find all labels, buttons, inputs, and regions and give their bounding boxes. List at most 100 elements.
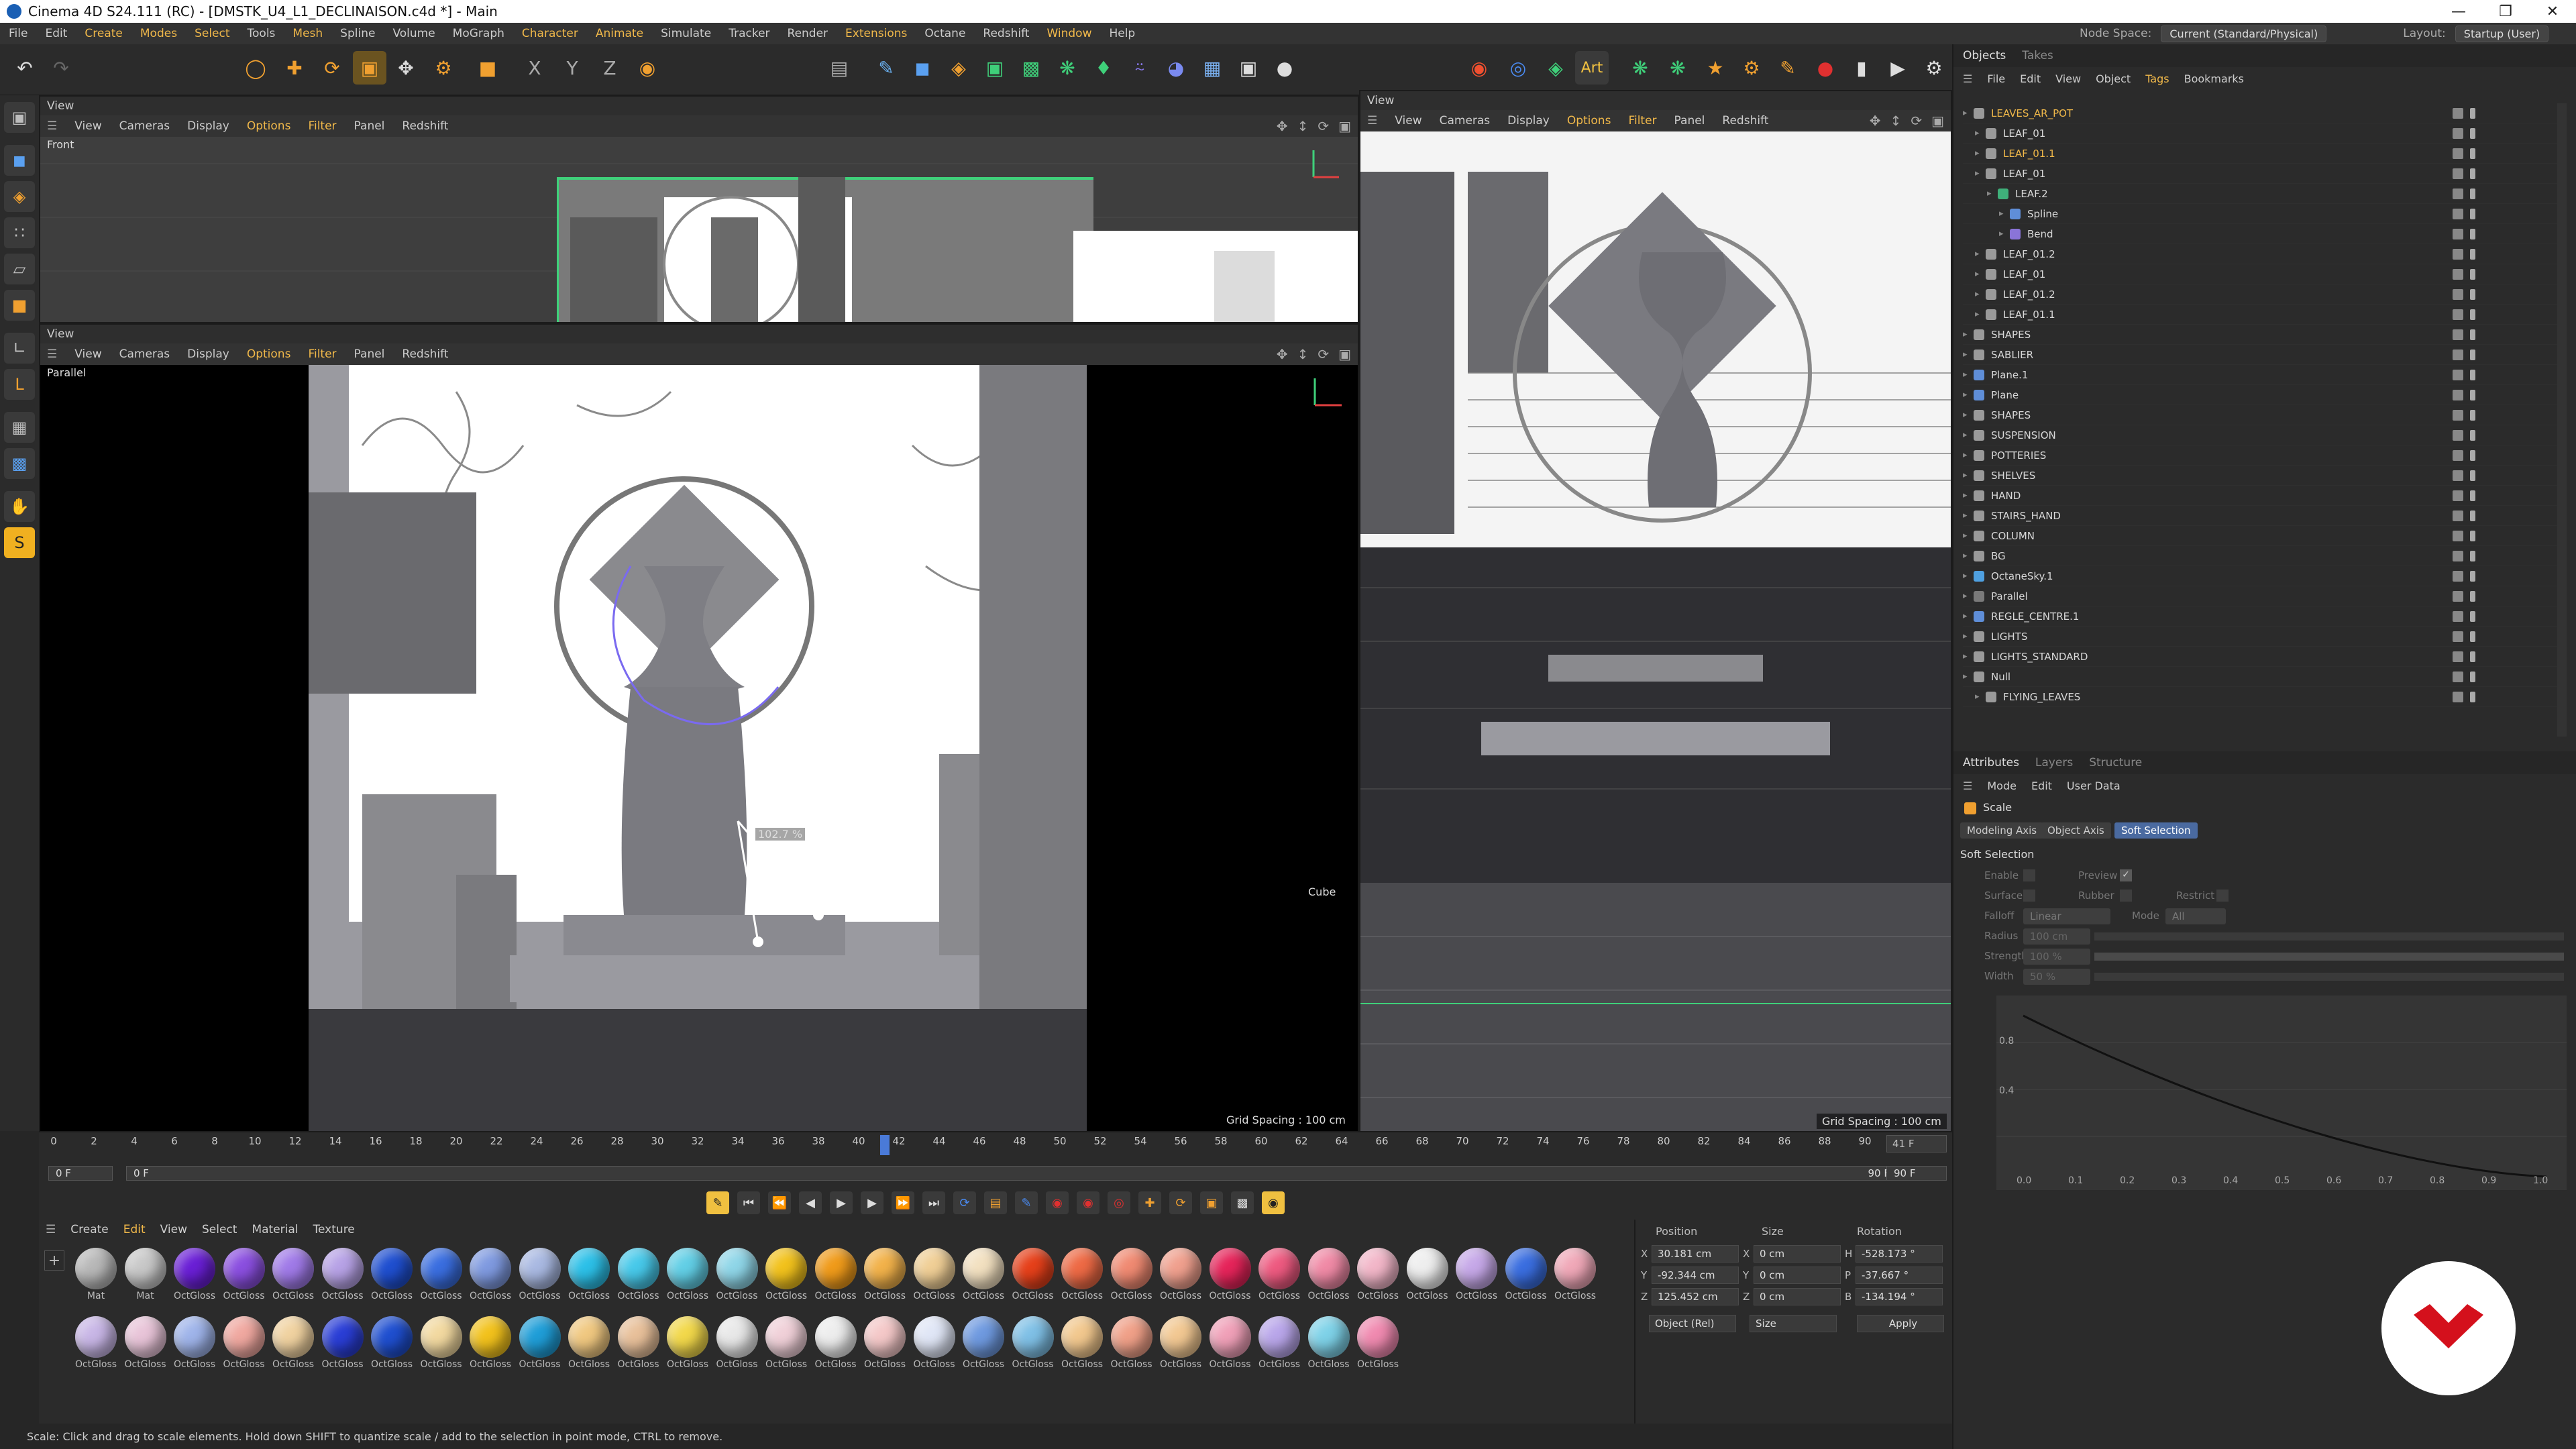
material-swatch[interactable]: OctGloss: [270, 1248, 317, 1301]
character-icon[interactable]: ★: [1699, 51, 1732, 85]
spline-pen-icon[interactable]: ✎: [869, 51, 903, 85]
object-row[interactable]: ▸ SHAPES: [1963, 325, 2567, 345]
object-row[interactable]: ▸ LEAF_01: [1963, 164, 2567, 184]
joint-icon[interactable]: ⚙: [1735, 51, 1768, 85]
expand-arrow-icon[interactable]: ▸: [1963, 591, 1974, 601]
viewport-menu-display[interactable]: Display: [187, 119, 229, 133]
object-row[interactable]: ▸ BG: [1963, 546, 2567, 566]
viewport-menu-view[interactable]: View: [1395, 114, 1421, 127]
material-menu-material[interactable]: Material: [252, 1223, 298, 1236]
octane-live-icon[interactable]: ◉: [1462, 51, 1496, 85]
material-swatch[interactable]: OctGloss: [714, 1248, 761, 1301]
material-swatch[interactable]: OctGloss: [812, 1316, 859, 1370]
menu-help[interactable]: Help: [1100, 27, 1144, 40]
viewport-parallel[interactable]: View ☰ View Cameras Display Options Filter Pan…: [39, 323, 1359, 1132]
render-check-icon[interactable]: [2470, 611, 2475, 622]
viewport-menu-filter[interactable]: Filter: [308, 119, 336, 133]
falloff-graph[interactable]: 0.8 0.4 0.0 0.1 0.2 0.3 0.4 0.5 0.6 0.7 0.8 0.9 1.…: [1996, 996, 2567, 1190]
object-row[interactable]: ▸ Parallel: [1963, 586, 2567, 606]
object-row[interactable]: ▸ REGLE_CENTRE.1: [1963, 606, 2567, 627]
viewport-menu-display[interactable]: Display: [187, 347, 229, 361]
visibility-check-icon[interactable]: [2453, 410, 2463, 421]
viewport-menu-options[interactable]: Options: [247, 347, 291, 361]
viewport-menu-panel[interactable]: Panel: [354, 347, 385, 361]
viewport-menu-view[interactable]: View: [74, 119, 101, 133]
tab-attributes[interactable]: Attributes: [1963, 756, 2019, 769]
object-row[interactable]: ▸ SHAPES: [1963, 405, 2567, 425]
visibility-check-icon[interactable]: [2453, 108, 2463, 119]
object-row[interactable]: ▸ POTTERIES: [1963, 445, 2567, 466]
material-swatch[interactable]: OctGloss: [960, 1316, 1007, 1370]
material-swatch[interactable]: OctGloss: [1108, 1316, 1155, 1370]
hamburger-icon[interactable]: ☰: [1963, 780, 1972, 792]
hamburger-icon[interactable]: ☰: [47, 119, 57, 133]
object-row[interactable]: ▸ Null: [1963, 667, 2567, 687]
render-check-icon[interactable]: [2470, 551, 2475, 561]
viewport-menu-view[interactable]: View: [74, 347, 101, 361]
render-check-icon[interactable]: [2470, 229, 2475, 239]
next-frame-icon[interactable]: ▶: [861, 1191, 883, 1214]
material-swatch[interactable]: OctGloss: [221, 1316, 268, 1370]
material-swatch[interactable]: OctGloss: [418, 1248, 465, 1301]
render-check-icon[interactable]: [2470, 209, 2475, 219]
keyframe-selection-icon[interactable]: ◎: [1108, 1191, 1130, 1214]
expand-arrow-icon[interactable]: ▸: [1987, 189, 1998, 199]
cloner-icon[interactable]: ❋: [1051, 51, 1084, 85]
expand-arrow-icon[interactable]: ▸: [1963, 631, 1974, 641]
cloner2-icon[interactable]: ❋: [1661, 51, 1695, 85]
render-check-icon[interactable]: [2470, 148, 2475, 159]
scale-icon[interactable]: ▣: [353, 51, 386, 85]
go-to-end-icon[interactable]: ⏭: [922, 1191, 945, 1214]
expand-arrow-icon[interactable]: ▸: [1975, 148, 1986, 158]
art-icon[interactable]: Art: [1575, 51, 1609, 85]
object-row[interactable]: ▸ LEAF_01.1: [1963, 305, 2567, 325]
object-menu-file[interactable]: File: [1987, 72, 2005, 85]
next-key-icon[interactable]: ⏩: [892, 1191, 914, 1214]
size-z-field[interactable]: 0 cm: [1754, 1288, 1841, 1305]
expand-arrow-icon[interactable]: ▸: [1963, 410, 1974, 420]
menu-window[interactable]: Window: [1038, 27, 1100, 40]
object-row[interactable]: ▸ SABLIER: [1963, 345, 2567, 365]
viewport-menu-redshift[interactable]: Redshift: [402, 119, 448, 133]
material-menu-texture[interactable]: Texture: [313, 1223, 355, 1236]
material-swatch[interactable]: OctGloss: [1503, 1248, 1550, 1301]
record-icon[interactable]: ●: [1809, 51, 1842, 85]
strength-field[interactable]: 100 %: [2023, 949, 2090, 965]
render-check-icon[interactable]: [2470, 189, 2475, 199]
hamburger-icon[interactable]: ☰: [1367, 114, 1377, 127]
expand-arrow-icon[interactable]: ▸: [1975, 128, 1986, 138]
menu-render[interactable]: Render: [779, 27, 837, 40]
visibility-check-icon[interactable]: [2453, 148, 2463, 159]
menu-edit[interactable]: Edit: [36, 27, 76, 40]
material-swatch[interactable]: OctGloss: [1207, 1248, 1254, 1301]
rotation-key-icon[interactable]: ⟳: [1169, 1191, 1192, 1214]
visibility-check-icon[interactable]: [2453, 370, 2463, 380]
tab-structure[interactable]: Structure: [2089, 756, 2142, 769]
visibility-check-icon[interactable]: [2453, 651, 2463, 662]
material-swatch[interactable]: OctGloss: [171, 1316, 218, 1370]
enable-checkbox[interactable]: [2023, 869, 2035, 881]
zoom-view-icon[interactable]: ↕: [1297, 346, 1309, 362]
render-check-icon[interactable]: [2470, 571, 2475, 582]
radius-slider[interactable]: [2094, 932, 2564, 941]
material-swatch[interactable]: OctGloss: [1010, 1316, 1057, 1370]
motion-path-icon[interactable]: ✎: [1015, 1191, 1038, 1214]
material-swatch[interactable]: OctGloss: [1305, 1316, 1352, 1370]
menu-select[interactable]: Select: [186, 27, 238, 40]
expand-arrow-icon[interactable]: ▸: [1975, 269, 1986, 279]
object-row[interactable]: ▸ OctaneSky.1: [1963, 566, 2567, 586]
render-check-icon[interactable]: [2470, 309, 2475, 320]
expand-arrow-icon[interactable]: ▸: [1963, 531, 1974, 541]
object-row[interactable]: ▸ SUSPENSION: [1963, 425, 2567, 445]
toggle-view-icon[interactable]: ▣: [1931, 113, 1944, 129]
octane-settings-icon[interactable]: ◎: [1501, 51, 1535, 85]
falloff-dropdown[interactable]: Linear: [2023, 908, 2110, 924]
mode-dropdown[interactable]: All: [2165, 908, 2226, 924]
visibility-check-icon[interactable]: [2453, 289, 2463, 300]
expand-arrow-icon[interactable]: ▸: [1963, 350, 1974, 360]
coord-mode-dropdown[interactable]: Object (Rel): [1649, 1315, 1736, 1332]
object-row[interactable]: ▸ LEAF_01.1: [1963, 144, 2567, 164]
strength-slider[interactable]: [2094, 953, 2564, 961]
y-axis-icon[interactable]: Y: [555, 51, 589, 85]
material-swatch[interactable]: OctGloss: [319, 1316, 366, 1370]
